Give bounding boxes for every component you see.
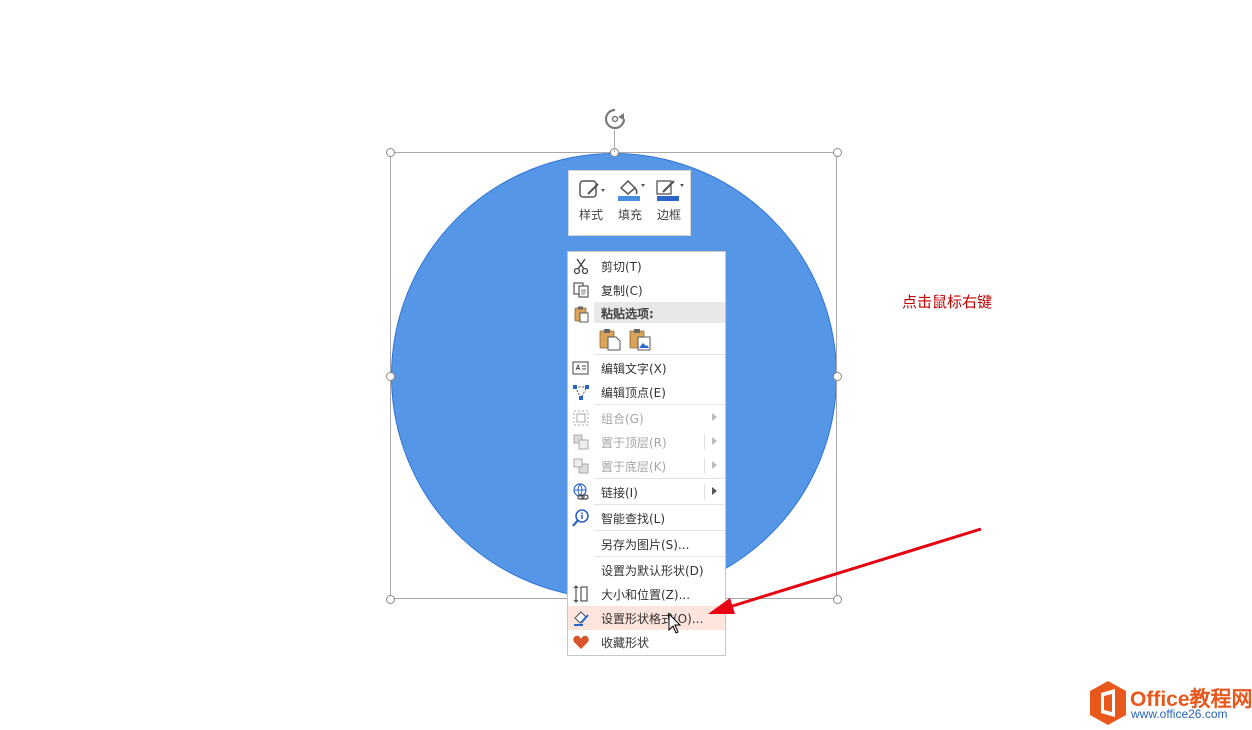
menu-item-edit-text[interactable]: 编辑文字(X) bbox=[568, 356, 725, 380]
mini-toolbar: 样式 填充 边框 bbox=[568, 170, 691, 236]
mouse-cursor-icon bbox=[668, 613, 682, 634]
menu-split-divider bbox=[704, 434, 705, 450]
resize-handle-right[interactable] bbox=[833, 372, 842, 381]
outline-pen-icon bbox=[656, 180, 684, 201]
size-position-icon bbox=[573, 585, 588, 603]
paste-as-picture-button[interactable] bbox=[628, 327, 652, 354]
menu-label: 收藏形状 bbox=[601, 636, 650, 650]
menu-label: 编辑顶点(E) bbox=[601, 386, 666, 400]
menu-label: 复制(C) bbox=[601, 284, 643, 298]
bring-front-icon bbox=[573, 434, 589, 450]
fill-button[interactable]: 填充 bbox=[612, 176, 648, 232]
menu-item-copy[interactable]: 复制(C) bbox=[568, 278, 725, 302]
menu-split-divider bbox=[704, 484, 705, 500]
menu-separator bbox=[594, 478, 725, 479]
resize-handle-bottom-left[interactable] bbox=[386, 595, 395, 604]
outline-button[interactable]: 边框 bbox=[651, 176, 687, 232]
submenu-arrow-icon bbox=[712, 413, 717, 421]
menu-label: 另存为图片(S)... bbox=[601, 538, 690, 552]
paste-options-header: 粘贴选项: bbox=[594, 302, 725, 323]
menu-item-link[interactable]: 链接(I) bbox=[568, 480, 725, 504]
menu-label: 编辑文字(X) bbox=[601, 362, 667, 376]
menu-item-smart-lookup[interactable]: 智能查找(L) bbox=[568, 506, 725, 530]
office-logo-icon bbox=[1090, 681, 1126, 725]
heart-icon bbox=[573, 635, 589, 649]
group-icon bbox=[573, 410, 589, 426]
fill-bucket-icon bbox=[618, 179, 645, 201]
menu-label: 组合(G) bbox=[601, 412, 644, 426]
send-back-icon bbox=[573, 458, 589, 474]
menu-label: 置于顶层(R) bbox=[601, 436, 667, 450]
edit-points-icon bbox=[573, 385, 589, 400]
menu-item-cut[interactable]: 剪切(T) bbox=[568, 254, 725, 278]
resize-handle-top-right[interactable] bbox=[833, 148, 842, 157]
menu-label: 智能查找(L) bbox=[601, 512, 666, 526]
rotate-icon[interactable] bbox=[603, 107, 627, 134]
submenu-arrow-icon bbox=[712, 461, 717, 469]
resize-handle-left[interactable] bbox=[386, 372, 395, 381]
fill-button-label: 填充 bbox=[617, 208, 642, 222]
menu-item-bring-to-front[interactable]: 置于顶层(R) bbox=[568, 430, 725, 454]
paste-picture-icon bbox=[629, 329, 651, 351]
submenu-arrow-icon bbox=[712, 487, 717, 495]
style-icon bbox=[579, 180, 605, 198]
paste-keep-format-icon bbox=[599, 329, 621, 351]
menu-item-format-shape[interactable]: 设置形状格式(O)... bbox=[568, 606, 725, 630]
menu-separator bbox=[594, 504, 725, 505]
menu-label: 设置为默认形状(D) bbox=[601, 564, 704, 578]
menu-label: 剪切(T) bbox=[601, 260, 642, 274]
style-button[interactable]: 样式 bbox=[573, 176, 609, 232]
format-shape-icon bbox=[574, 611, 589, 626]
submenu-arrow-icon bbox=[712, 437, 717, 445]
paste-keep-source-button[interactable] bbox=[598, 327, 622, 354]
menu-item-group[interactable]: 组合(G) bbox=[568, 406, 725, 430]
menu-item-edit-points[interactable]: 编辑顶点(E) bbox=[568, 380, 725, 404]
copy-icon bbox=[573, 282, 589, 298]
menu-label: 大小和位置(Z)... bbox=[601, 588, 691, 602]
menu-item-set-default-shape[interactable]: 设置为默认形状(D) bbox=[568, 558, 725, 582]
paste-icon bbox=[574, 306, 589, 323]
link-icon bbox=[573, 483, 589, 500]
menu-separator bbox=[594, 556, 725, 557]
resize-handle-top-left[interactable] bbox=[386, 148, 395, 157]
menu-separator bbox=[594, 530, 725, 531]
context-menu: 剪切(T) 复制(C) 粘贴选项: 编辑文字(X) 编辑顶点(E) 组合(G) … bbox=[567, 251, 726, 656]
paste-header-icon-cell bbox=[568, 302, 594, 326]
menu-item-size-and-position[interactable]: 大小和位置(Z)... bbox=[568, 582, 725, 606]
resize-handle-bottom-right[interactable] bbox=[833, 595, 842, 604]
watermark-url: www.office26.com bbox=[1131, 707, 1228, 721]
menu-label: 设置形状格式(O)... bbox=[601, 612, 704, 626]
menu-label: 链接(I) bbox=[601, 486, 638, 500]
menu-item-send-to-back[interactable]: 置于底层(K) bbox=[568, 454, 725, 478]
menu-label: 粘贴选项: bbox=[601, 307, 654, 321]
edit-text-icon bbox=[572, 361, 589, 375]
scissors-icon bbox=[573, 258, 589, 275]
menu-label: 置于底层(K) bbox=[601, 460, 667, 474]
menu-separator bbox=[594, 354, 725, 355]
menu-item-favorite-shape[interactable]: 收藏形状 bbox=[568, 630, 725, 654]
menu-separator bbox=[594, 404, 725, 405]
style-button-label: 样式 bbox=[578, 208, 603, 222]
outline-button-label: 边框 bbox=[656, 208, 681, 222]
annotation-text: 点击鼠标右键 bbox=[902, 293, 993, 311]
menu-split-divider bbox=[704, 458, 705, 474]
smart-lookup-icon bbox=[572, 509, 589, 527]
menu-item-save-as-picture[interactable]: 另存为图片(S)... bbox=[568, 532, 725, 556]
